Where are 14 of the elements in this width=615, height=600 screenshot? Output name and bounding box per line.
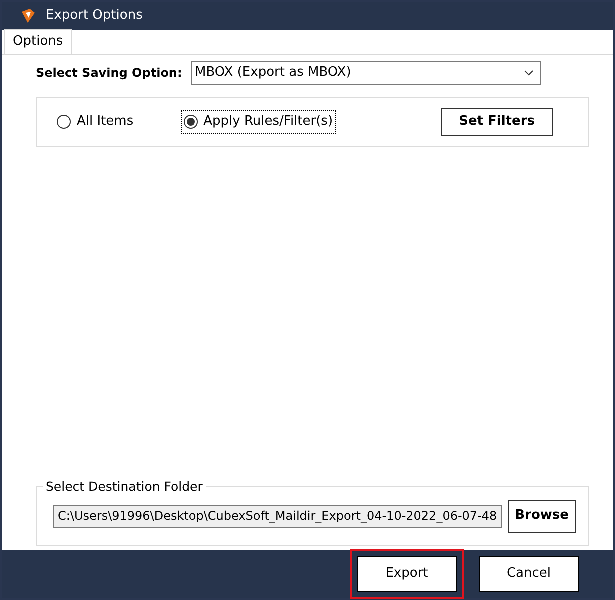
footer-button[interactable]: Export [357,556,457,592]
chevron-down-icon [524,70,534,76]
saving-option-dropdown[interactable]: MBOX (Export as MBOX) [191,61,541,85]
app-logo-icon [20,8,36,24]
radio-option[interactable]: All Items [55,111,136,133]
field-label: Select Saving Option: [36,65,184,82]
tab[interactable]: Options [4,29,72,54]
dropdown-value: MBOX (Export as MBOX) [195,64,352,82]
footer-button[interactable]: Cancel [479,556,579,592]
window-title: Export Options [46,7,143,26]
radio-option[interactable]: Apply Rules/Filter(s) [182,111,336,133]
set-filters-button[interactable]: Set Filters [441,108,554,136]
destination-path-field[interactable]: C:\Users\91996\Desktop\CubexSoft_Maildir_Export_04-10-2022_06-07-48 [53,504,502,528]
browse-button[interactable]: Browse [508,500,576,532]
